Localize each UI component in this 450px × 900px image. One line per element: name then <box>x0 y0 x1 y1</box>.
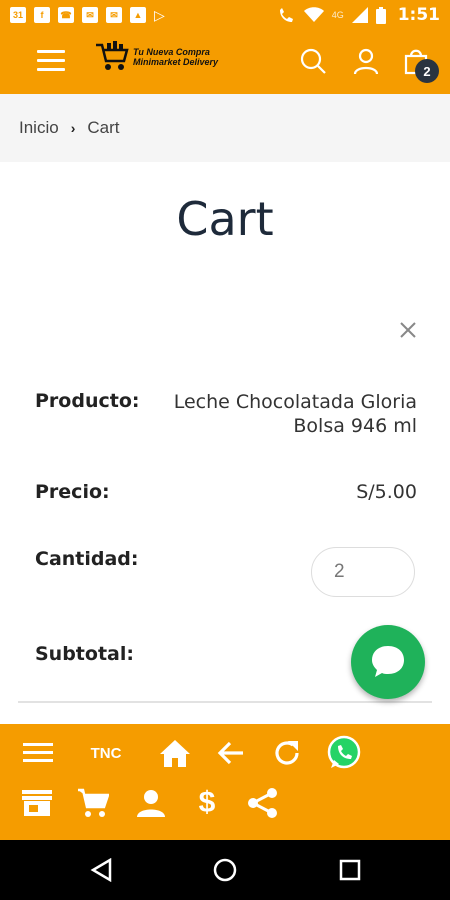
cart-row-product: Producto: Leche Chocolatada Gloria Bolsa… <box>35 390 417 438</box>
cart-icon <box>78 788 109 817</box>
nav-back-icon[interactable] <box>90 858 112 882</box>
pricing-button[interactable]: $ <box>190 786 224 820</box>
quantity-input[interactable]: 2 <box>311 547 415 597</box>
shopping-cart-logo-icon <box>96 41 129 70</box>
network-label: 4G <box>331 10 344 20</box>
nav-home-icon[interactable] <box>213 858 237 882</box>
system-nav-bar <box>0 840 450 900</box>
whatsapp-button[interactable] <box>325 734 363 772</box>
divider <box>18 701 432 703</box>
person-icon <box>137 790 165 817</box>
play-store-icon: ▷ <box>154 6 165 23</box>
profile-button[interactable] <box>134 786 168 820</box>
clock: 1:51 <box>397 5 440 25</box>
app-header: Tu Nueva Compra Minimarket Delivery 2 <box>0 30 450 94</box>
facebook-icon: f <box>34 7 50 23</box>
search-icon[interactable] <box>299 47 327 75</box>
menu-icon <box>23 743 53 762</box>
menu-button[interactable] <box>22 738 54 768</box>
status-bar-notifications: 31 f ☎ ✉ ✉ ▲ ▷ <box>10 7 165 24</box>
image-icon: ▲ <box>130 7 146 23</box>
quantity-label: Cantidad: <box>35 548 139 570</box>
product-label: Producto: <box>35 390 140 412</box>
mail-icon: ✉ <box>82 7 98 23</box>
battery-icon <box>375 6 386 24</box>
chat-bubble-icon <box>372 646 404 677</box>
menu-icon-line <box>37 59 65 62</box>
share-button[interactable] <box>246 786 280 820</box>
logo-line-2: Minimarket Delivery <box>133 57 219 67</box>
share-icon <box>248 788 277 818</box>
chevron-right-icon: › <box>70 120 76 136</box>
page-title: Cart <box>176 192 274 246</box>
bottom-toolbar: TNC $ <box>0 724 450 840</box>
product-name[interactable]: Leche Chocolatada Gloria Bolsa 946 ml <box>174 390 417 438</box>
breadcrumb-home-link[interactable]: Inicio <box>19 118 59 138</box>
subtotal-label: Subtotal: <box>35 643 134 665</box>
phone-icon: ☎ <box>58 7 74 23</box>
mail-icon: ✉ <box>106 7 122 23</box>
dollar-icon: $ <box>198 786 216 819</box>
chat-button[interactable] <box>351 625 425 699</box>
product-name-line-2: Bolsa 946 ml <box>293 415 417 437</box>
product-name-line-1: Leche Chocolatada Gloria <box>173 391 417 413</box>
back-arrow-icon <box>217 741 243 765</box>
menu-button[interactable] <box>37 50 65 72</box>
wifi-icon <box>303 7 324 22</box>
cart-count-badge[interactable]: 2 <box>415 59 439 83</box>
breadcrumb-current: Cart <box>87 118 120 137</box>
store-icon <box>22 790 52 816</box>
price-label: Precio: <box>35 481 110 503</box>
refresh-button[interactable] <box>270 736 304 770</box>
status-bar-system: 4G 1:51 <box>278 5 440 25</box>
cart-row-price: Precio: S/5.00 <box>35 481 417 503</box>
menu-icon-line <box>37 50 65 53</box>
tnc-button[interactable]: TNC <box>83 738 129 768</box>
remove-item-close-icon[interactable] <box>398 320 418 340</box>
breadcrumb: Inicio › Cart <box>0 94 450 162</box>
signal-icon <box>351 7 368 23</box>
store-button[interactable] <box>20 786 54 820</box>
whatsapp-icon <box>327 735 361 769</box>
home-button[interactable] <box>158 736 192 770</box>
cart-button[interactable] <box>76 786 110 820</box>
back-button[interactable] <box>214 736 248 770</box>
wifi-call-icon <box>279 8 293 22</box>
logo[interactable]: Tu Nueva Compra Minimarket Delivery <box>95 41 218 73</box>
menu-icon-line <box>37 68 65 71</box>
logo-line-1: Tu Nueva Compra <box>133 47 210 57</box>
status-bar: 31 f ☎ ✉ ✉ ▲ ▷ 4G 1:51 <box>0 0 450 30</box>
home-icon <box>160 740 190 767</box>
price-value: S/5.00 <box>356 481 417 503</box>
logo-text: Tu Nueva Compra Minimarket Delivery <box>133 47 218 67</box>
calendar-icon: 31 <box>10 7 26 23</box>
nav-recents-icon[interactable] <box>339 859 361 881</box>
account-icon[interactable] <box>352 47 380 75</box>
refresh-icon <box>275 741 299 765</box>
